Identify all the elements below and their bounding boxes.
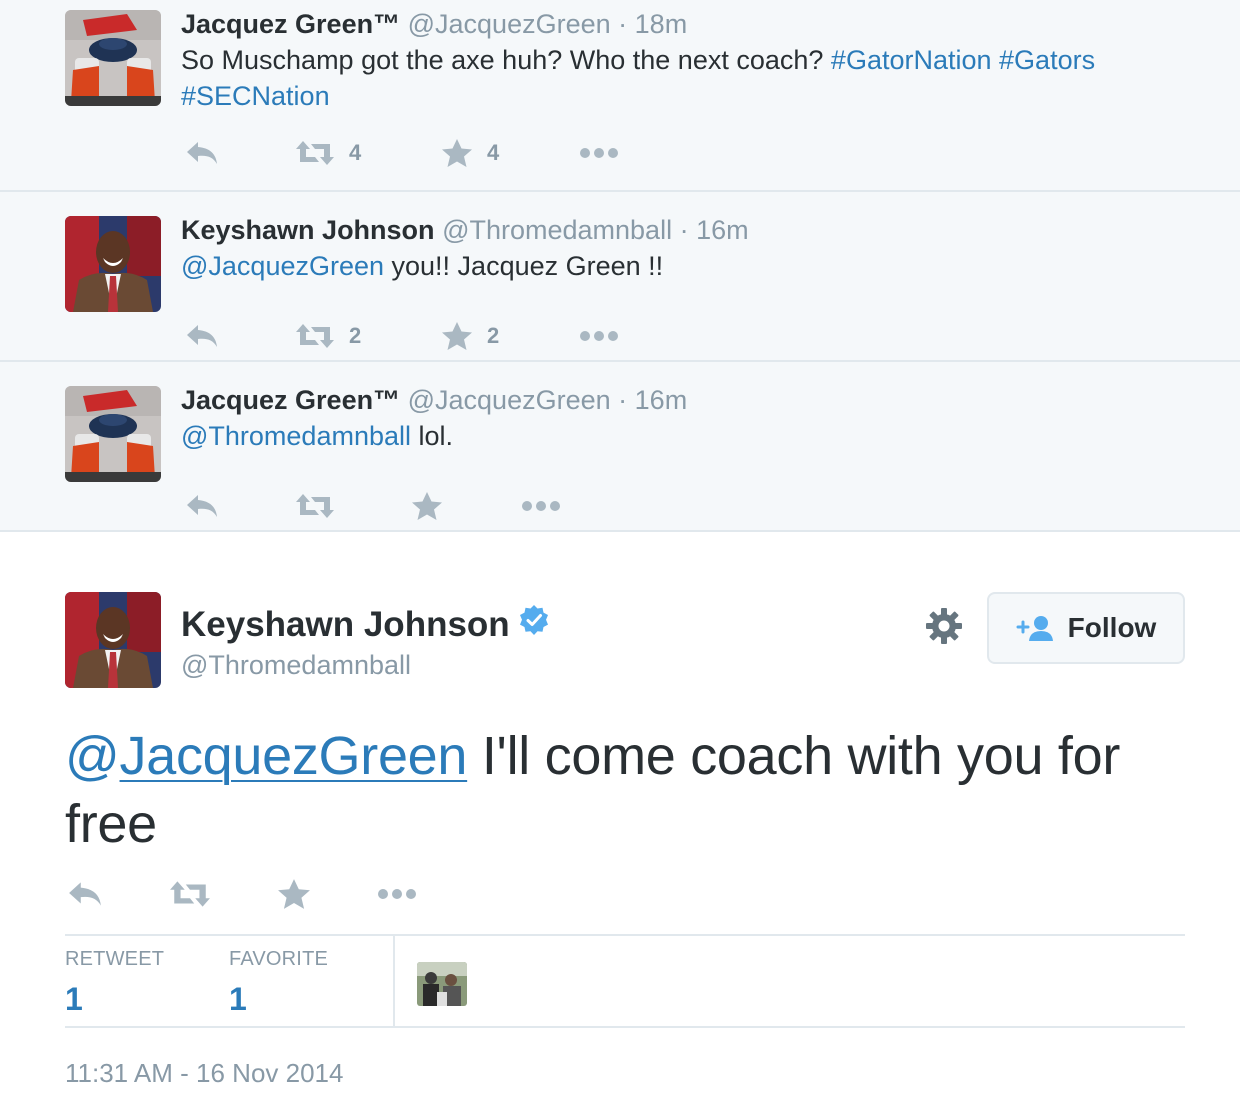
tweet-text-body: lol. [411, 421, 454, 451]
conversation-tweet[interactable]: Keyshawn Johnson @Thromedamnball · 16m @… [0, 192, 1240, 362]
more-icon[interactable] [377, 872, 417, 916]
conversation-thread: Jacquez Green™ @JacquezGreen · 18m So Mu… [0, 0, 1240, 532]
favorite-count: 4 [487, 140, 500, 165]
tweet-time[interactable]: 16m [635, 385, 688, 415]
tweet-timestamp[interactable]: 11:31 AM - 16 Nov 2014 [65, 1058, 343, 1089]
retweet-count: 4 [349, 140, 362, 165]
tweet-text-body: So Muschamp got the axe huh? Who the nex… [181, 45, 824, 75]
hashtag-link[interactable]: #SECNation [181, 81, 330, 111]
tweet-time[interactable]: 18m [635, 9, 688, 39]
mention-link[interactable]: @JacquezGreen [181, 251, 384, 281]
retweet-icon [295, 323, 335, 349]
favorite-star-icon [441, 138, 473, 168]
separator-dot: · [679, 215, 689, 245]
stats-divider [393, 936, 395, 1028]
retweet-icon[interactable] [169, 872, 211, 916]
tweet-text: So Muschamp got the axe huh? Who the nex… [181, 42, 1200, 114]
retweet-icon [295, 140, 335, 166]
author-name-row[interactable]: Keyshawn Johnson [181, 604, 550, 645]
more-icon[interactable] [579, 133, 619, 173]
follow-person-icon [1016, 614, 1056, 642]
conversation-tweet[interactable]: Jacquez Green™ @JacquezGreen · 18m So Mu… [0, 0, 1240, 192]
favorite-button[interactable]: 4 [441, 133, 499, 173]
tweet-text: @JacquezGreen I'll come coach with you f… [65, 722, 1205, 858]
tweet-permalink-page: Jacquez Green™ @JacquezGreen · 18m So Mu… [0, 0, 1240, 1114]
author-name[interactable]: Keyshawn Johnson [181, 605, 510, 645]
reply-icon[interactable] [185, 316, 219, 356]
favorite-star-icon[interactable] [411, 486, 443, 526]
tweet-text: @Thromedamnball lol. [181, 418, 1200, 454]
retweet-icon[interactable] [295, 486, 335, 526]
favorite-star-icon[interactable] [277, 872, 311, 916]
gear-icon[interactable] [924, 606, 964, 646]
favorite-star-icon [441, 321, 473, 351]
mention-at-sign[interactable]: @ [65, 726, 120, 786]
retweet-button[interactable]: 4 [295, 133, 361, 173]
avatar[interactable] [65, 592, 161, 688]
favorite-button[interactable]: 2 [441, 316, 499, 356]
tweet-text: @JacquezGreen you!! Jacquez Green !! [181, 248, 1200, 284]
tweet-time[interactable]: 16m [696, 215, 749, 245]
verified-badge-icon [518, 604, 550, 645]
favorite-stat-count[interactable]: 1 [229, 981, 328, 1018]
tweet-stats: RETWEET 1 FAVORITE 1 [65, 934, 1185, 1028]
author-name[interactable]: Jacquez Green™ [181, 9, 400, 39]
tweet-header: Jacquez Green™ @JacquezGreen · 18m [181, 6, 1200, 42]
mention-link[interactable]: JacquezGreen [120, 726, 468, 786]
favorite-count: 2 [487, 323, 500, 348]
retweet-button[interactable]: 2 [295, 316, 361, 356]
retweet-stat-label: RETWEET [65, 948, 165, 970]
reply-icon[interactable] [185, 486, 219, 526]
hashtag-link[interactable]: #GatorNation [831, 45, 992, 75]
author-name[interactable]: Keyshawn Johnson [181, 215, 435, 245]
favoriter-avatar[interactable] [417, 962, 467, 1006]
more-icon[interactable] [521, 486, 561, 526]
reply-icon[interactable] [185, 133, 219, 173]
follow-button[interactable]: Follow [987, 592, 1185, 664]
separator-dot: · [618, 9, 628, 39]
avatar[interactable] [65, 386, 161, 482]
avatar[interactable] [65, 216, 161, 312]
retweet-stat-count[interactable]: 1 [65, 981, 164, 1018]
follow-label: Follow [1067, 612, 1157, 643]
tweet-header: Jacquez Green™ @JacquezGreen · 16m [181, 382, 1200, 418]
separator-dot: · [618, 385, 628, 415]
avatar[interactable] [65, 10, 161, 106]
tweet-text-body: you!! Jacquez Green !! [384, 251, 664, 281]
tweet-header: Keyshawn Johnson @Thromedamnball · 16m [181, 212, 1200, 248]
mention-link[interactable]: @Thromedamnball [181, 421, 411, 451]
author-handle[interactable]: @JacquezGreen [408, 9, 611, 39]
conversation-tweet[interactable]: Jacquez Green™ @JacquezGreen · 16m @Thro… [0, 362, 1240, 532]
retweet-stat[interactable]: RETWEET 1 [65, 948, 164, 1018]
retweet-count: 2 [349, 323, 362, 348]
permalink-tweet: Keyshawn Johnson @Thromedamnball Follow … [0, 532, 1240, 1114]
author-handle[interactable]: @Thromedamnball [181, 650, 411, 681]
favorite-stat[interactable]: FAVORITE 1 [229, 948, 328, 1018]
hashtag-link[interactable]: #Gators [999, 45, 1095, 75]
reply-icon[interactable] [67, 872, 103, 916]
favorite-stat-label: FAVORITE [229, 948, 329, 970]
more-icon[interactable] [579, 316, 619, 356]
author-handle[interactable]: @Thromedamnball [442, 215, 672, 245]
author-name[interactable]: Jacquez Green™ [181, 385, 400, 415]
author-handle[interactable]: @JacquezGreen [408, 385, 611, 415]
